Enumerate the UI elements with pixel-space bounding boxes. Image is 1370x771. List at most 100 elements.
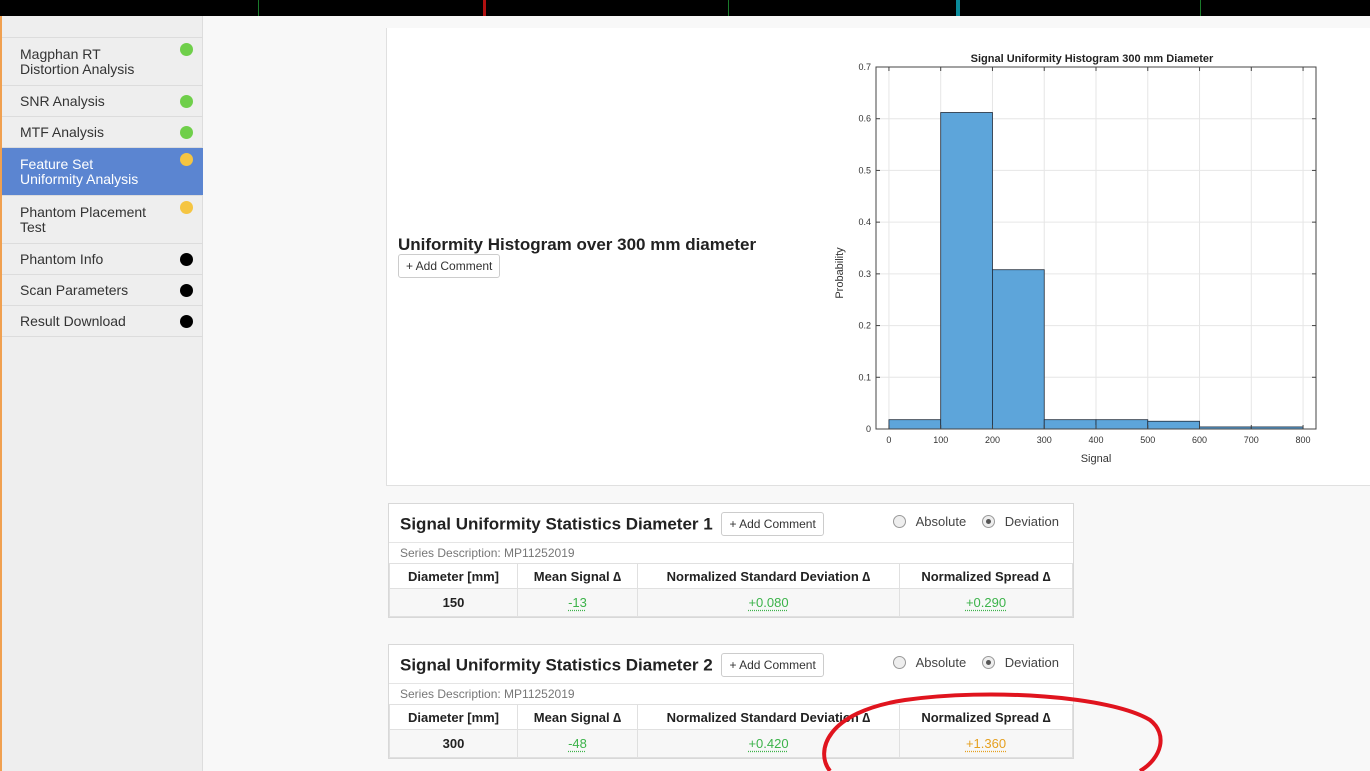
spread-value[interactable]: +1.360 (966, 736, 1006, 751)
y-tick-label: 0.1 (858, 372, 871, 382)
sidebar-item-label: Phantom Placement Test (20, 203, 147, 235)
sidebar-item-label: MTF Analysis (20, 123, 105, 140)
top-bar (0, 0, 1370, 16)
table-header-row: Diameter [mm] Mean Signal ∆ Normalized S… (389, 704, 1073, 730)
status-dot-icon (180, 201, 193, 214)
sidebar-item-label: SNR Analysis (20, 92, 105, 109)
x-tick-label: 100 (933, 435, 948, 445)
status-dot-icon (180, 314, 193, 328)
stats-header: Signal Uniformity Statistics Diameter 2 … (389, 645, 1073, 683)
spread-cell: +1.360 (899, 729, 1073, 758)
x-tick-label: 300 (1037, 435, 1052, 445)
sidebar-item[interactable]: Result Download (2, 305, 203, 336)
spread-value[interactable]: +0.290 (966, 595, 1006, 610)
sidebar-item-label: Feature Set Uniformity Analysis (20, 155, 139, 187)
histogram-bar (992, 269, 1045, 430)
sidebar-item-label: Result Download (20, 312, 126, 329)
radio-absolute-indicator[interactable] (892, 656, 906, 669)
add-comment-button[interactable]: + Add Comment (721, 512, 824, 536)
mean-signal-value[interactable]: -13 (568, 595, 587, 610)
x-tick-label: 400 (1088, 435, 1103, 445)
chart-x-axis-label: Signal (1081, 453, 1112, 465)
top-bar-marker (1200, 0, 1201, 16)
y-tick-label: 0.7 (858, 62, 871, 72)
histogram-bar (1043, 419, 1097, 430)
series-description: Series Description: MP11252019 (389, 683, 1073, 704)
nsd-cell: +0.420 (637, 729, 900, 758)
histogram-bar (888, 419, 942, 430)
sidebar-item[interactable]: MTF Analysis (2, 116, 203, 147)
stats-panel-diameter-2: Signal Uniformity Statistics Diameter 2 … (388, 644, 1074, 759)
y-tick-label: 0.5 (858, 165, 871, 175)
status-dot-icon (180, 283, 193, 297)
sidebar-item[interactable]: Scan Parameters (2, 274, 203, 305)
stats-title: Signal Uniformity Statistics Diameter 2 … (400, 653, 824, 678)
top-bar-marker (258, 0, 259, 16)
sidebar-item[interactable]: SNR Analysis (2, 85, 203, 116)
status-dot-icon (180, 94, 193, 108)
col-diameter-header[interactable]: Diameter [mm] (389, 704, 518, 730)
y-tick-label: 0.3 (858, 269, 871, 279)
radio-absolute[interactable]: Absolute (892, 655, 966, 670)
radio-absolute-label: Absolute (915, 514, 967, 529)
y-tick-label: 0.4 (858, 217, 871, 227)
stats-header: Signal Uniformity Statistics Diameter 1 … (389, 504, 1073, 542)
nsd-cell: +0.080 (637, 588, 900, 617)
histogram-bar (1095, 419, 1149, 430)
histogram-chart: Signal Uniformity Histogram 300 mm Diame… (834, 53, 1317, 465)
radio-absolute[interactable]: Absolute (892, 514, 967, 529)
status-dot-icon (180, 43, 193, 56)
top-bar-marker (728, 0, 729, 16)
display-mode-radio-group: Absolute Deviation (881, 514, 1059, 531)
mean-signal-cell: -13 (517, 588, 638, 617)
diameter-value: 150 (389, 588, 518, 617)
mean-signal-cell: -48 (517, 729, 638, 758)
sidebar-item-label: Phantom Info (20, 250, 104, 267)
sidebar-item-label: Magphan RT Distortion Analysis (20, 45, 135, 77)
col-diameter-header[interactable]: Diameter [mm] (389, 563, 518, 589)
sidebar-item-label: Scan Parameters (20, 281, 129, 298)
sidebar-item[interactable]: Phantom Placement Test (2, 195, 203, 243)
sidebar: SECTIONS Magphan RT Distortion AnalysisS… (0, 0, 203, 771)
x-tick-label: 200 (985, 435, 1000, 445)
radio-absolute-indicator[interactable] (892, 515, 906, 528)
stats-table: Diameter [mm] Mean Signal ∆ Normalized S… (389, 563, 1073, 617)
radio-deviation-indicator[interactable] (981, 515, 995, 528)
x-tick-label: 500 (1140, 435, 1155, 445)
series-description: Series Description: MP11252019 (389, 542, 1073, 563)
add-comment-button[interactable]: + Add Comment (721, 653, 824, 677)
nsd-value[interactable]: +0.420 (748, 736, 788, 751)
sidebar-item[interactable]: Magphan RT Distortion Analysis (2, 37, 203, 85)
x-tick-label: 0 (886, 435, 891, 445)
status-dot-icon (180, 153, 193, 166)
nsd-value[interactable]: +0.080 (748, 595, 788, 610)
col-nsd-header[interactable]: Normalized Standard Deviation ∆ (637, 563, 900, 589)
top-bar-marker (483, 0, 486, 16)
chart-y-axis-label: Probability (834, 247, 846, 299)
table-row: 150 -13 +0.080 +0.290 (389, 588, 1073, 617)
add-comment-button[interactable]: + Add Comment (398, 254, 501, 278)
sidebar-item[interactable]: Phantom Info (2, 243, 203, 274)
radio-deviation-indicator[interactable] (981, 656, 995, 669)
col-mean-signal-header[interactable]: Mean Signal ∆ (517, 704, 638, 730)
mean-signal-value[interactable]: -48 (568, 736, 587, 751)
radio-deviation[interactable]: Deviation (981, 514, 1059, 529)
y-tick-label: 0.6 (858, 114, 871, 124)
sidebar-item[interactable]: Feature Set Uniformity Analysis (2, 147, 203, 195)
col-mean-signal-header[interactable]: Mean Signal ∆ (517, 563, 638, 589)
sidebar-nav: Magphan RT Distortion Analysis SNR Analys… (2, 37, 203, 337)
table-row: 300 -48 +0.420 +1.360 (389, 729, 1073, 758)
stats-title: Signal Uniformity Statistics Diameter 1 … (400, 512, 824, 537)
y-tick-label: 0 (866, 424, 871, 434)
histogram-title-text: Uniformity Histogram over 300 mm diamete… (398, 235, 757, 254)
stats-panel-diameter-1: Signal Uniformity Statistics Diameter 1 … (388, 503, 1074, 618)
display-mode-radio-group: Absolute Deviation (881, 655, 1059, 672)
stats-title-text: Signal Uniformity Statistics Diameter 2 (400, 655, 713, 675)
table-header-row: Diameter [mm] Mean Signal ∆ Normalized S… (389, 563, 1073, 589)
col-spread-header[interactable]: Normalized Spread ∆ (899, 704, 1073, 730)
radio-deviation[interactable]: Deviation (981, 655, 1059, 670)
x-tick-label: 800 (1296, 435, 1311, 445)
col-nsd-header[interactable]: Normalized Standard Deviation ∆ (637, 704, 900, 730)
col-spread-header[interactable]: Normalized Spread ∆ (899, 563, 1073, 589)
x-tick-label: 600 (1192, 435, 1207, 445)
